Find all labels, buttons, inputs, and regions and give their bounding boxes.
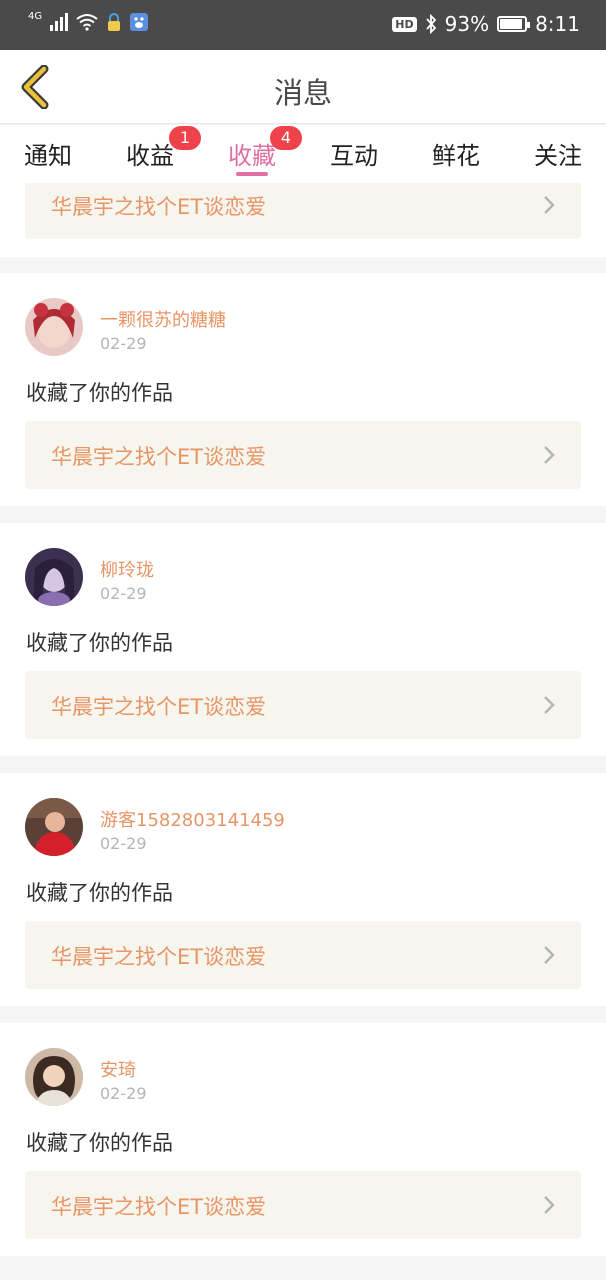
clock: 8:11	[535, 12, 580, 36]
work-link[interactable]: 华晨宇之找个ET谈恋爱	[25, 183, 581, 239]
user-name[interactable]: 柳玲珑	[100, 556, 154, 582]
tab-bar: 通知 收益 1 收藏 4 互动 鲜花 关注	[0, 125, 606, 183]
work-title: 华晨宇之找个ET谈恋爱	[51, 945, 267, 969]
work-title: 华晨宇之找个ET谈恋爱	[51, 1195, 267, 1219]
list-item: 游客1582803141459 02-29 收藏了你的作品 华晨宇之找个ET谈恋…	[0, 773, 606, 1006]
hd-badge: HD	[392, 16, 417, 32]
avatar[interactable]	[25, 1048, 83, 1106]
tab-notice[interactable]: 通知	[8, 136, 88, 171]
user-name[interactable]: 安琦	[100, 1056, 136, 1082]
baidu-icon	[130, 13, 149, 31]
user-name[interactable]: 一颗很苏的糖糖	[100, 306, 226, 332]
battery-icon	[497, 16, 531, 32]
post-date: 02-29	[100, 584, 147, 603]
work-link[interactable]: 华晨宇之找个ET谈恋爱	[25, 421, 581, 489]
tab-label: 鲜花	[432, 142, 480, 170]
tab-label: 通知	[24, 142, 72, 170]
work-link[interactable]: 华晨宇之找个ET谈恋爱	[25, 921, 581, 989]
battery-fill	[500, 19, 523, 29]
work-title: 华晨宇之找个ET谈恋爱	[51, 695, 267, 719]
list-item: 华晨宇之找个ET谈恋爱	[0, 183, 606, 257]
title-bar: 消息	[0, 50, 606, 124]
tab-interactions[interactable]: 互动	[314, 136, 394, 171]
tab-badge: 1	[169, 126, 201, 150]
post-date: 02-29	[100, 834, 147, 853]
chevron-right-icon	[544, 1196, 555, 1214]
signal-icon	[50, 13, 69, 31]
tab-label: 收益	[126, 142, 174, 170]
chevron-right-icon	[544, 946, 555, 964]
user-name[interactable]: 游客1582803141459	[100, 806, 285, 832]
status-left: 4G	[28, 10, 149, 32]
tab-label: 关注	[534, 142, 582, 170]
status-right: HD 93% 8:11	[392, 12, 580, 36]
post-date: 02-29	[100, 1084, 147, 1103]
lock-icon	[108, 13, 121, 31]
battery-percent: 93%	[444, 12, 490, 36]
avatar[interactable]	[25, 548, 83, 606]
chevron-right-icon	[544, 196, 555, 214]
tab-earnings[interactable]: 收益 1	[110, 126, 201, 171]
tab-following[interactable]: 关注	[518, 136, 598, 171]
avatar[interactable]	[25, 798, 83, 856]
avatar[interactable]	[25, 298, 83, 356]
bluetooth-icon	[425, 14, 436, 34]
tab-label: 收藏	[228, 142, 276, 170]
tab-flowers[interactable]: 鲜花	[416, 136, 496, 171]
tab-favorites[interactable]: 收藏 4	[212, 126, 302, 171]
action-text: 收藏了你的作品	[26, 381, 173, 405]
list-item: 柳玲珑 02-29 收藏了你的作品 华晨宇之找个ET谈恋爱	[0, 523, 606, 756]
work-title: 华晨宇之找个ET谈恋爱	[51, 195, 267, 219]
network-type: 4G	[28, 10, 43, 22]
work-link[interactable]: 华晨宇之找个ET谈恋爱	[25, 671, 581, 739]
post-date: 02-29	[100, 334, 147, 353]
tab-label: 互动	[330, 142, 378, 170]
message-list[interactable]: 华晨宇之找个ET谈恋爱 一颗很苏的糖糖 02-29 收藏了你的作品 华晨宇之找个…	[0, 183, 606, 1280]
wifi-icon	[76, 14, 98, 31]
work-link[interactable]: 华晨宇之找个ET谈恋爱	[25, 1171, 581, 1239]
tab-badge: 4	[270, 126, 302, 150]
list-item: 一颗很苏的糖糖 02-29 收藏了你的作品 华晨宇之找个ET谈恋爱	[0, 273, 606, 506]
status-bar: 4G HD 93% 8:11	[0, 0, 606, 50]
list-item: 安琦 02-29 收藏了你的作品 华晨宇之找个ET谈恋爱	[0, 1023, 606, 1256]
action-text: 收藏了你的作品	[26, 1131, 173, 1155]
chevron-right-icon	[544, 696, 555, 714]
active-tab-indicator	[236, 172, 268, 176]
page-title: 消息	[273, 76, 332, 110]
chevron-right-icon	[544, 446, 555, 464]
action-text: 收藏了你的作品	[26, 631, 173, 655]
work-title: 华晨宇之找个ET谈恋爱	[51, 445, 267, 469]
action-text: 收藏了你的作品	[26, 881, 173, 905]
